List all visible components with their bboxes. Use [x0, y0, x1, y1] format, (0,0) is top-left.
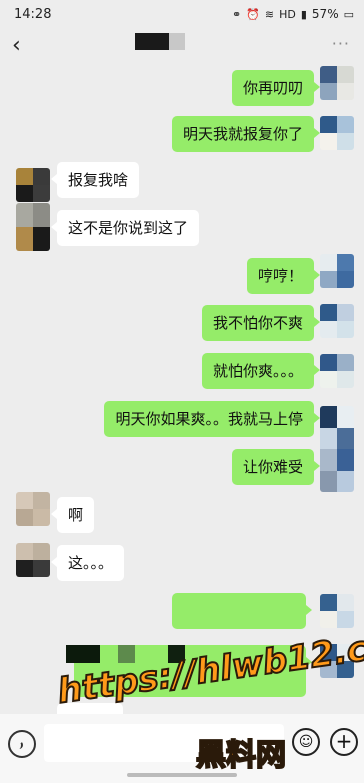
network-label: HD [279, 7, 296, 21]
chevron-left-icon[interactable]: ‹ [12, 35, 21, 57]
emoji-icon[interactable]: ☺ [292, 728, 320, 756]
message-bubble-incoming[interactable]: 报复我啥 [50, 162, 140, 198]
message-bubble-outgoing[interactable] [172, 593, 312, 629]
link-icon: ⚭ [231, 7, 242, 21]
my-avatar[interactable] [320, 354, 354, 388]
watermark-name: 黑料网 [195, 737, 287, 774]
signal-icon: ▮ [300, 7, 307, 21]
alarm-icon: ⏰ [246, 7, 260, 21]
contact-avatar[interactable] [16, 168, 50, 202]
message-bubble-outgoing[interactable]: 让你难受 [231, 449, 321, 485]
contact-avatar[interactable] [16, 203, 50, 251]
more-icon[interactable]: ··· [332, 34, 350, 53]
status-bar: 14:28 ⚭ ⏰ ≋ HD ▮ 57% ▭ [0, 0, 364, 30]
message-bubble-incoming[interactable]: 这。。。 [50, 545, 125, 581]
nav-bar: ‹ ··· [0, 30, 364, 66]
message-bubble-outgoing[interactable]: 明天你如果爽。。我就马上停 [104, 401, 320, 437]
voice-icon[interactable] [8, 730, 36, 758]
my-avatar[interactable] [320, 594, 354, 628]
status-icons: ⚭ ⏰ ≋ HD ▮ 57% ▭ [232, 7, 354, 21]
plus-icon[interactable]: + [330, 728, 358, 756]
my-avatar[interactable] [320, 66, 354, 100]
message-bubble-outgoing[interactable]: 我不怕你不爽 [201, 305, 321, 341]
my-avatar[interactable] [320, 406, 354, 492]
battery-label: 57% [311, 7, 339, 21]
redaction-block [66, 645, 100, 663]
watermark-url: https://hlwb12.com [54, 620, 364, 713]
message-bubble-outgoing[interactable]: 就怕你爽。。。 [201, 353, 321, 389]
message-bubble-incoming[interactable]: 啊 [50, 497, 95, 533]
my-avatar[interactable] [320, 304, 354, 338]
message-bubble-outgoing[interactable]: 明天我就报复你了 [171, 116, 321, 152]
wifi-icon: ≋ [264, 7, 275, 21]
my-avatar[interactable] [320, 116, 354, 150]
message-bubble-incoming[interactable]: 这不是你说到这了 [50, 210, 200, 246]
my-avatar[interactable] [320, 254, 354, 288]
input-bar: ☺ + [0, 714, 364, 783]
message-bubble-outgoing[interactable]: 哼哼！ [246, 258, 321, 294]
contact-avatar[interactable] [16, 543, 50, 577]
message-bubble-outgoing[interactable]: 你再叨叨 [231, 70, 321, 106]
status-time: 14:28 [14, 7, 52, 22]
battery-icon: ▭ [343, 7, 354, 21]
contact-avatar[interactable] [16, 492, 50, 526]
chat-title-redacted [135, 33, 185, 50]
